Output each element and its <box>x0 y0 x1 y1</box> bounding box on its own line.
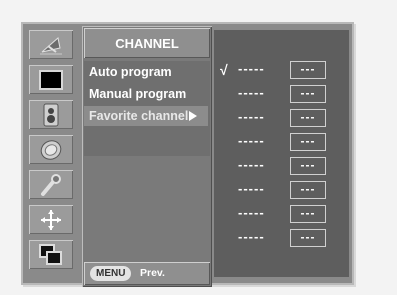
favorite-slot-name: ----- <box>238 61 265 76</box>
speaker-icon <box>43 103 59 126</box>
favorite-slot-channel-field[interactable]: --- <box>290 85 326 103</box>
menu-footer: MENU Prev. <box>84 262 210 285</box>
satellite-dish-icon <box>40 36 62 54</box>
favorite-slot-name: ----- <box>238 229 265 244</box>
icon-sidebar <box>29 30 73 282</box>
favorite-slot-row[interactable]: √ ----- --- <box>214 60 349 82</box>
favorite-slot-row[interactable]: ----- --- <box>214 156 349 178</box>
favorite-slot-name: ----- <box>238 85 265 100</box>
menu-item-favorite-channel[interactable]: Favorite channel <box>84 106 208 126</box>
favorite-slot-row[interactable]: ----- --- <box>214 228 349 250</box>
screen-icon <box>39 69 63 90</box>
crossroad-arrows-icon <box>41 209 61 230</box>
favorite-slot-name: ----- <box>238 181 265 196</box>
menu-title: CHANNEL <box>84 28 210 58</box>
favorite-slot-channel-field[interactable]: --- <box>290 157 326 175</box>
favorite-slot-row[interactable]: ----- --- <box>214 108 349 130</box>
sidebar-item-time[interactable] <box>29 135 73 164</box>
channel-menu: CHANNEL Auto program Manual program Favo… <box>82 26 212 287</box>
favorite-slot-channel-field[interactable]: --- <box>290 205 326 223</box>
favorite-slot-channel-field[interactable]: --- <box>290 61 326 79</box>
arrow-right-icon <box>189 110 198 121</box>
menu-item-manual-program[interactable]: Manual program <box>89 84 186 104</box>
favorite-slot-row[interactable]: ----- --- <box>214 180 349 202</box>
prev-label: Prev. <box>140 267 165 279</box>
sidebar-item-special[interactable] <box>29 170 73 199</box>
menu-item-label: Favorite channel <box>89 109 189 123</box>
menu-list: Auto program Manual program Favorite cha… <box>84 61 210 156</box>
favorite-slot-row[interactable]: ----- --- <box>214 204 349 226</box>
sidebar-item-input[interactable] <box>29 240 73 269</box>
sidebar-item-screen[interactable] <box>29 205 73 234</box>
favorite-slot-name: ----- <box>238 205 265 220</box>
sidebar-item-sound[interactable] <box>29 100 73 129</box>
sidebar-item-station[interactable] <box>29 30 73 59</box>
menu-item-auto-program[interactable]: Auto program <box>89 62 172 82</box>
favorite-slot-row[interactable]: ----- --- <box>214 84 349 106</box>
favorite-slot-name: ----- <box>238 133 265 148</box>
favorite-slot-channel-field[interactable]: --- <box>290 229 326 247</box>
key-icon <box>41 173 61 196</box>
favorite-slot-row[interactable]: ----- --- <box>214 132 349 154</box>
favorite-slot-name: ----- <box>238 157 265 172</box>
menu-key-badge[interactable]: MENU <box>90 266 132 281</box>
favorite-slot-channel-field[interactable]: --- <box>290 181 326 199</box>
favorite-channel-panel: √ ----- --- ----- --- ----- --- ----- --… <box>214 30 349 277</box>
favorite-slot-channel-field[interactable]: --- <box>290 133 326 151</box>
favorite-slot-name: ----- <box>238 109 265 124</box>
check-mark-icon: √ <box>220 62 228 78</box>
input-source-icon <box>39 243 62 265</box>
favorite-slot-channel-field[interactable]: --- <box>290 109 326 127</box>
sidebar-item-picture[interactable] <box>29 65 73 94</box>
clock-icon <box>40 139 62 160</box>
